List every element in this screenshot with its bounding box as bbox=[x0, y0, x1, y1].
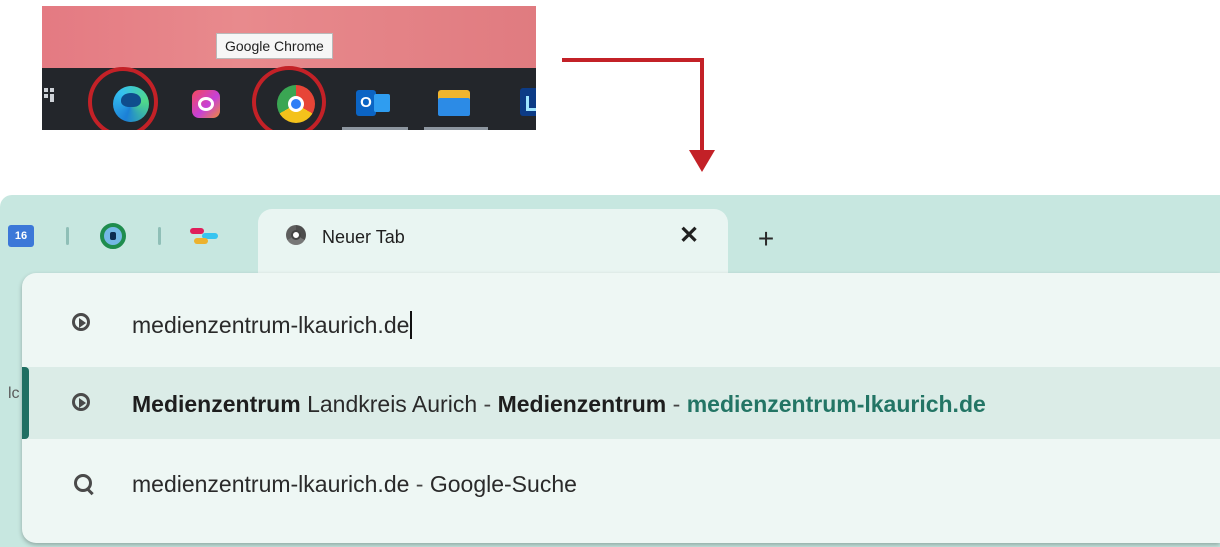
outlook-letter: O bbox=[356, 90, 376, 116]
chrome-favicon-icon bbox=[286, 225, 306, 245]
outlook-icon[interactable]: O bbox=[356, 88, 392, 118]
side-fragment: lc bbox=[8, 385, 20, 402]
calendar-icon[interactable]: 16 bbox=[8, 225, 34, 247]
search-suggestion-text: medienzentrum-lkaurich.de - Google-Suche bbox=[132, 471, 577, 497]
browser-window: 16 Neuer Tab ✕ + lc medienzentrum-lkauri… bbox=[0, 195, 1220, 547]
suggestion-text: Medienzentrum Landkreis Aurich - Medienz… bbox=[132, 391, 986, 417]
search-icon bbox=[74, 474, 92, 492]
tab-separator bbox=[158, 227, 161, 245]
arrow-vertical bbox=[700, 58, 704, 158]
chrome-tooltip: Google Chrome bbox=[216, 33, 333, 59]
navigation-icon bbox=[72, 393, 90, 411]
arrow-horizontal bbox=[562, 58, 704, 62]
selection-indicator bbox=[22, 367, 29, 439]
suggestion-row-site[interactable]: Medienzentrum Landkreis Aurich - Medienz… bbox=[22, 367, 1220, 439]
task-view-icon[interactable] bbox=[44, 88, 54, 102]
outlook-envelope bbox=[374, 94, 390, 112]
tab-separator bbox=[66, 227, 69, 245]
partial-app-icon[interactable] bbox=[520, 88, 536, 116]
close-icon[interactable]: ✕ bbox=[674, 221, 704, 251]
edge-highlight-circle bbox=[88, 67, 158, 130]
tab-neuer-tab[interactable]: Neuer Tab ✕ bbox=[258, 209, 728, 281]
suggestion-row-search[interactable]: medienzentrum-lkaurich.de - Google-Suche bbox=[22, 447, 1220, 519]
omnibox-input-row[interactable]: medienzentrum-lkaurich.de bbox=[22, 287, 1220, 359]
running-indicator-explorer bbox=[424, 127, 488, 130]
new-tab-button[interactable]: + bbox=[751, 225, 781, 255]
text-caret bbox=[410, 311, 413, 339]
arrow-down-icon bbox=[689, 150, 715, 172]
chrome-highlight-circle bbox=[252, 66, 326, 130]
address-input[interactable]: medienzentrum-lkaurich.de bbox=[132, 311, 413, 339]
creative-cloud-icon[interactable] bbox=[192, 90, 220, 118]
file-explorer-icon[interactable] bbox=[438, 90, 470, 116]
navigation-icon bbox=[72, 313, 90, 331]
green-ring-icon[interactable] bbox=[100, 223, 126, 249]
tab-title: Neuer Tab bbox=[322, 227, 405, 247]
omnibox-dropdown: medienzentrum-lkaurich.de Medienzentrum … bbox=[22, 273, 1220, 543]
taskbar-screenshot: Google Chrome O bbox=[42, 6, 536, 130]
slack-icon[interactable] bbox=[190, 228, 220, 244]
running-indicator-outlook bbox=[342, 127, 408, 130]
